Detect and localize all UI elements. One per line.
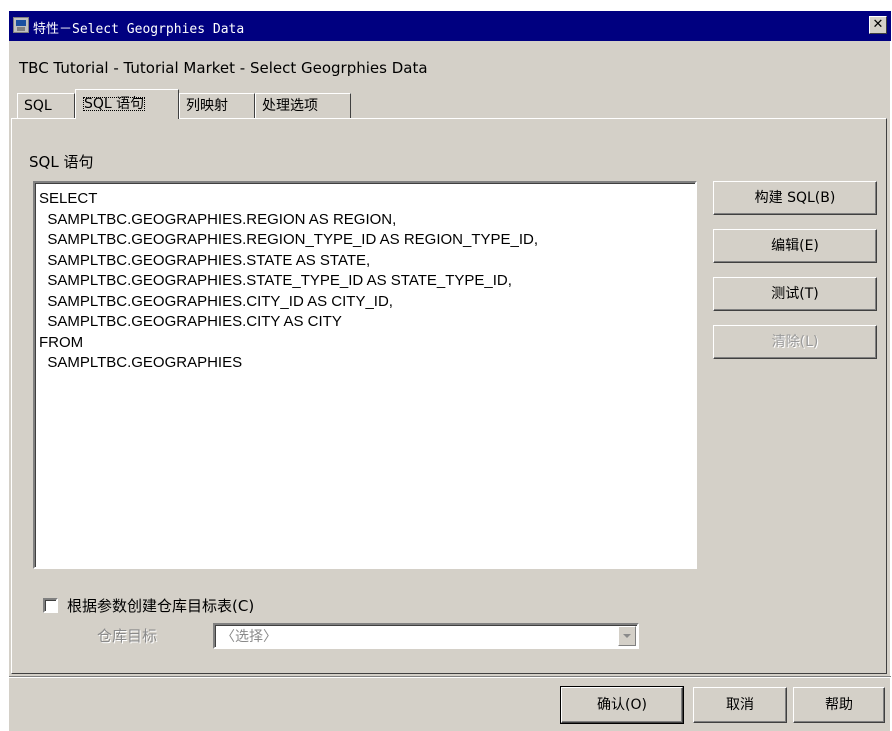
tab-label: 列映射 xyxy=(186,98,228,114)
ok-button[interactable]: 确认(O) xyxy=(560,686,684,724)
help-button[interactable]: 帮助 xyxy=(793,687,885,723)
close-icon[interactable]: ✕ xyxy=(869,16,887,34)
create-target-checkbox[interactable] xyxy=(43,598,58,613)
step-path-label: TBC Tutorial - Tutorial Market - Select … xyxy=(19,59,428,77)
warehouse-target-label: 仓库目标 xyxy=(97,627,158,645)
tab-label: SQL xyxy=(24,98,52,114)
sql-section-label: SQL 语句 xyxy=(29,153,94,171)
create-target-checkbox-label[interactable]: 根据参数创建仓库目标表(C) xyxy=(67,595,254,616)
tab-sql[interactable]: SQL xyxy=(17,93,75,118)
app-icon xyxy=(13,17,29,33)
tab-processing-options[interactable]: 处理选项 xyxy=(255,93,351,118)
test-button[interactable]: 测试(T) xyxy=(713,277,877,311)
sql-statement-textarea[interactable]: SELECT SAMPLTBC.GEOGRAPHIES.REGION AS RE… xyxy=(33,181,697,569)
build-sql-button[interactable]: 构建 SQL(B) xyxy=(713,181,877,215)
warehouse-target-value: 〈选择〉 xyxy=(221,629,277,645)
sql-statement-text: SELECT SAMPLTBC.GEOGRAPHIES.REGION AS RE… xyxy=(39,190,539,371)
cancel-button[interactable]: 取消 xyxy=(693,687,787,723)
title-bar[interactable]: 特性－Select Geogrphies Data ✕ xyxy=(9,11,891,41)
window-title: 特性－Select Geogrphies Data xyxy=(33,22,245,37)
warehouse-target-select[interactable]: 〈选择〉 xyxy=(213,623,639,649)
edit-button[interactable]: 编辑(E) xyxy=(713,229,877,263)
tab-label: SQL 语句 xyxy=(83,96,146,112)
tab-column-mapping[interactable]: 列映射 xyxy=(179,93,255,118)
tab-sql-statement[interactable]: SQL 语句 xyxy=(75,89,179,119)
footer-divider xyxy=(9,676,891,678)
tab-label: 处理选项 xyxy=(262,98,318,114)
properties-dialog: 特性－Select Geogrphies Data ✕ TBC Tutorial… xyxy=(8,10,891,731)
chevron-down-icon[interactable] xyxy=(618,626,636,646)
clear-button[interactable]: 清除(L) xyxy=(713,325,877,359)
